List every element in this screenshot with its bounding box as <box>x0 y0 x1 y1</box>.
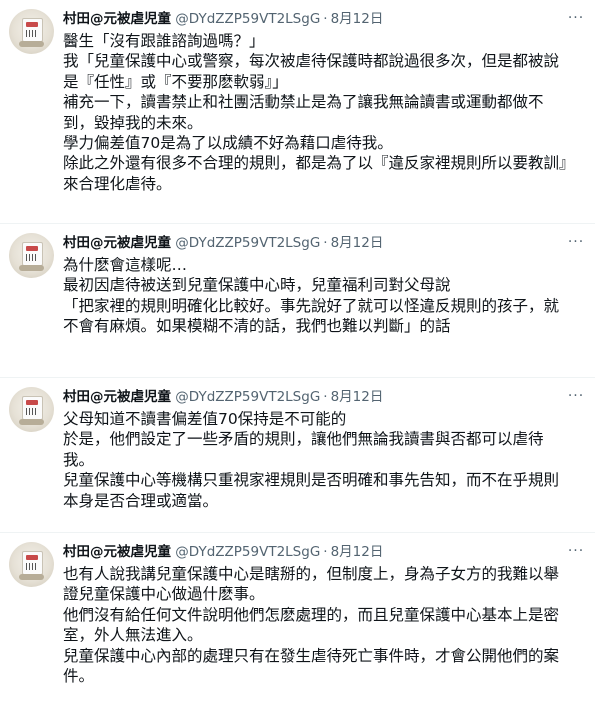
tweet[interactable]: 村田@元被虐児童 @DYdZZP59VT2LSgG · 8月12日 ··· 父母知道… <box>0 378 595 533</box>
tweet[interactable]: 村田@元被虐児童 @DYdZZP59VT2LSgG · 8月12日 ··· 醫生「沒… <box>0 0 595 224</box>
tweet-line: 為什麽會這樣呢… <box>63 256 188 274</box>
tweet-date[interactable]: 8月12日 <box>331 11 384 27</box>
avatar[interactable] <box>9 542 54 587</box>
more-options-icon[interactable]: ··· <box>567 9 585 27</box>
tweet-line: 最初因虐待被送到兒童保護中心時，兒童福利司對父母說 <box>63 276 451 295</box>
tweet-text: 為什麽會這樣呢… 最初因虐待被送到兒童保護中心時，兒童福利司對父母說 「把家裡的… <box>63 255 569 337</box>
avatar[interactable] <box>9 233 54 278</box>
tweet-header: 村田@元被虐児童 @DYdZZP59VT2LSgG · 8月12日 <box>63 387 567 407</box>
tweet-line: 於是，他們設定了一些矛盾的規則，讓他們無論我讀書與否都可以虐待我。 <box>63 430 544 469</box>
tweet-line: 學力偏差值70是為了以成績不好為藉口虐待我。 <box>63 134 393 153</box>
separator-dot: · <box>323 544 328 560</box>
display-name[interactable]: 村田@元被虐児童 <box>63 544 171 560</box>
tweet-date[interactable]: 8月12日 <box>331 235 384 251</box>
tweet-line: 父母知道不讀書偏差值70保持是不可能的 <box>63 410 347 428</box>
tweet-line: 「把家裡的規則明確化比較好。事先說好了就可以怪違反規則的孩子，就不會有麻煩。如果… <box>63 296 560 336</box>
tweet-text: 醫生「沒有跟誰諮詢過嗎？」 我「兒童保護中心或警察，每次被虐待保護時都說過很多次… <box>63 31 569 194</box>
avatar[interactable] <box>9 387 54 432</box>
tweet-feed: 村田@元被虐児童 @DYdZZP59VT2LSgG · 8月12日 ··· 醫生「沒… <box>0 0 595 707</box>
tweet-date[interactable]: 8月12日 <box>331 389 384 405</box>
tweet-line: 醫生「沒有跟誰諮詢過嗎？」 <box>63 32 265 50</box>
display-name[interactable]: 村田@元被虐児童 <box>63 389 171 405</box>
tweet-date[interactable]: 8月12日 <box>331 544 384 560</box>
tweet-line: 兒童保護中心內部的處理只有在發生虐待死亡事件時，才會公開他們的案件。 <box>63 646 560 686</box>
separator-dot: · <box>323 235 328 251</box>
tweet-line: 兒童保護中心等機構只重視家裡規則是否明確和事先告知，而不在乎規則本身是否合理或適… <box>63 471 560 510</box>
tweet-line: 我「兒童保護中心或警察，每次被虐待保護時都說過很多次，但是都被說是『任性』或『不… <box>63 52 560 91</box>
separator-dot: · <box>323 11 328 27</box>
more-options-icon[interactable]: ··· <box>567 233 585 251</box>
display-name[interactable]: 村田@元被虐児童 <box>63 11 171 27</box>
avatar[interactable] <box>9 9 54 54</box>
tweet-header: 村田@元被虐児童 @DYdZZP59VT2LSgG · 8月12日 <box>63 233 567 253</box>
tweet-line: 他們沒有給任何文件說明他們怎麽處理的，而且兒童保護中心基本上是密室，外人無法進入… <box>63 605 560 645</box>
display-name[interactable]: 村田@元被虐児童 <box>63 235 171 251</box>
tweet[interactable]: 村田@元被虐児童 @DYdZZP59VT2LSgG · 8月12日 ··· 也有人說… <box>0 533 595 707</box>
tweet-text: 也有人說我講兒童保護中心是瞎掰的，但制度上，身為子女方的我難以舉證兒童保護中心做… <box>63 564 569 686</box>
more-options-icon[interactable]: ··· <box>567 387 585 405</box>
tweet-text: 父母知道不讀書偏差值70保持是不可能的 於是，他們設定了一些矛盾的規則，讓他們無… <box>63 409 569 511</box>
user-handle[interactable]: @DYdZZP59VT2LSgG <box>175 11 320 27</box>
tweet-line: 補充一下，讀書禁止和社團活動禁止是為了讓我無論讀書或運動都做不到，毀掉我的未來。 <box>63 93 544 132</box>
tweet-header: 村田@元被虐児童 @DYdZZP59VT2LSgG · 8月12日 <box>63 542 567 562</box>
separator-dot: · <box>323 389 328 405</box>
tweet-header: 村田@元被虐児童 @DYdZZP59VT2LSgG · 8月12日 <box>63 9 567 29</box>
more-options-icon[interactable]: ··· <box>567 542 585 560</box>
tweet-line: 也有人說我講兒童保護中心是瞎掰的，但制度上，身為子女方的我難以舉證兒童保護中心做… <box>63 565 560 604</box>
tweet-line: 除此之外還有很多不合理的規則，都是為了以『違反家裡規則所以要教訓』來合理化虐待。 <box>63 154 567 193</box>
tweet[interactable]: 村田@元被虐児童 @DYdZZP59VT2LSgG · 8月12日 ··· 為什麽會… <box>0 224 595 378</box>
user-handle[interactable]: @DYdZZP59VT2LSgG <box>175 389 320 405</box>
user-handle[interactable]: @DYdZZP59VT2LSgG <box>175 235 320 251</box>
user-handle[interactable]: @DYdZZP59VT2LSgG <box>175 544 320 560</box>
